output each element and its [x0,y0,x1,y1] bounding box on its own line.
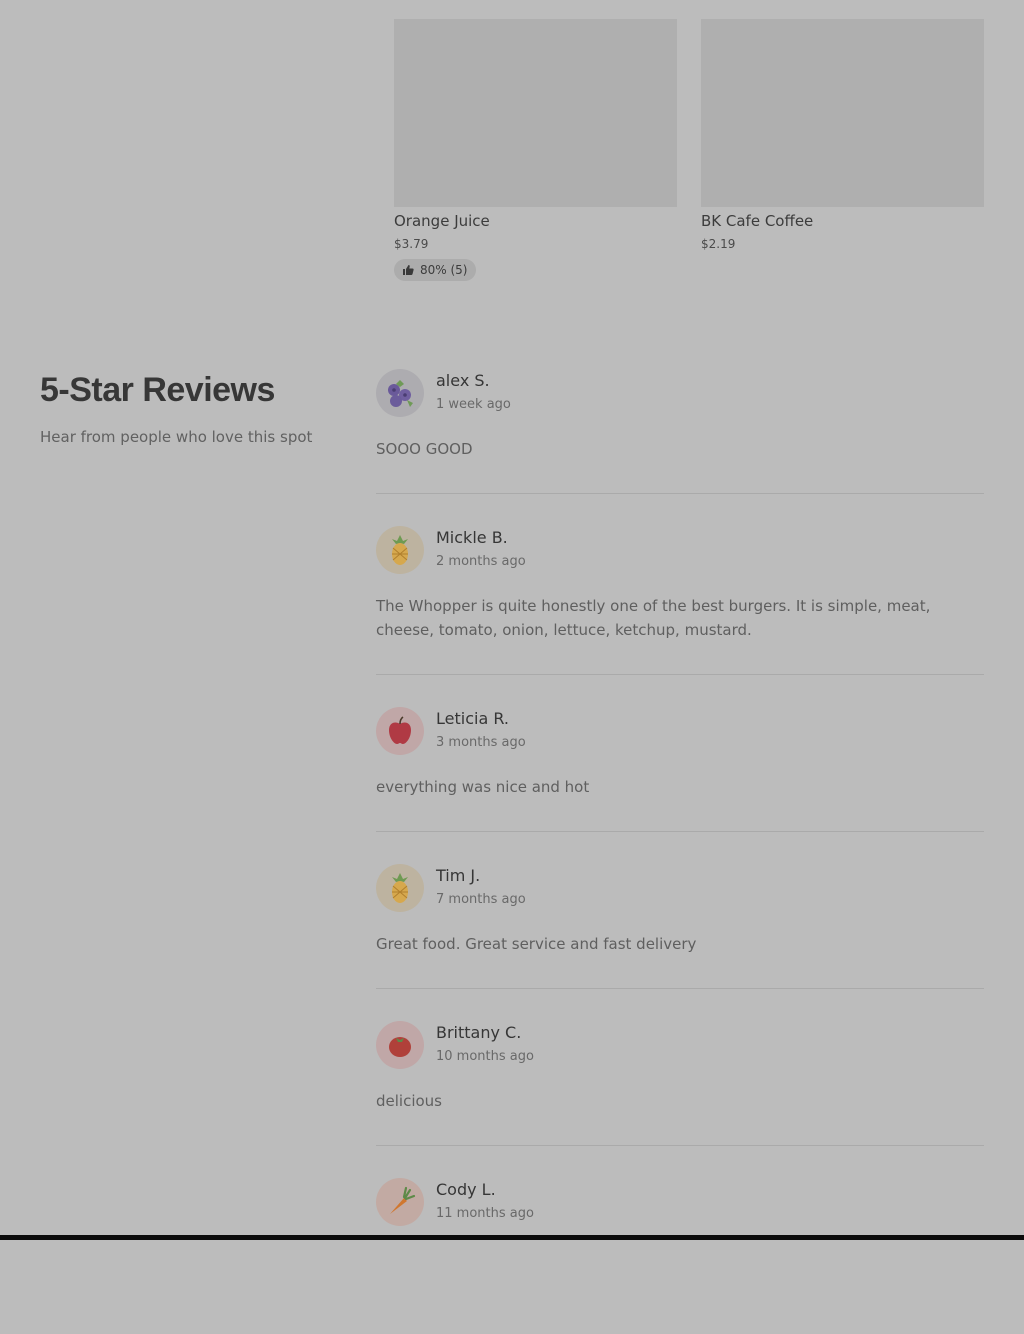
review-item: Cody L. 11 months ago [376,1178,984,1302]
review-date: 3 months ago [436,735,526,750]
thumbs-up-icon [402,264,414,276]
tomato-icon [383,1028,417,1062]
review-text: The Whopper is quite honestly one of the… [376,597,931,639]
product-price: $2.19 [701,237,736,251]
avatar [376,864,424,912]
review-item: Brittany C. 10 months ago delicious [376,1021,984,1146]
reviewer-name: Leticia R. [436,709,509,728]
reviewer-name: Mickle B. [436,528,508,547]
section-title: 5-Star Reviews [40,371,275,409]
review-date: 7 months ago [436,892,526,907]
reviewer-name: alex S. [436,371,490,390]
avatar [376,369,424,417]
pineapple-icon [383,533,417,567]
pineapple-icon [383,871,417,905]
reviewer-name: Cody L. [436,1180,496,1199]
reviewer-name: Tim J. [436,866,481,885]
avatar [376,1021,424,1069]
review-item: alex S. 1 week ago SOOO GOOD [376,369,984,494]
review-date: 10 months ago [436,1049,534,1064]
blueberry-icon [383,376,417,410]
section-subtitle: Hear from people who love this spot [40,428,313,446]
product-card-orange-juice[interactable]: Orange Juice $3.79 80% (5) [394,19,677,281]
avatar [376,1178,424,1226]
carrot-icon [383,1185,417,1219]
rating-badge: 80% (5) [394,259,477,281]
apple-icon [383,714,417,748]
rating-text: 80% (5) [420,263,468,277]
reviewer-name: Brittany C. [436,1023,522,1042]
avatar [376,707,424,755]
review-date: 2 months ago [436,554,526,569]
product-name: BK Cafe Coffee [701,212,814,230]
review-text: Great food. Great service and fast deliv… [376,935,697,953]
product-name: Orange Juice [394,212,490,230]
review-text: everything was nice and hot [376,778,590,796]
review-date: 1 week ago [436,397,511,412]
review-text: delicious [376,1092,442,1110]
product-image-placeholder[interactable] [701,19,984,207]
review-item: Tim J. 7 months ago Great food. Great se… [376,864,984,989]
review-text: SOOO GOOD [376,440,473,458]
review-item: Mickle B. 2 months ago The Whopper is qu… [376,526,984,675]
reviews-list: alex S. 1 week ago SOOO GOOD Mickle B. 2… [376,369,984,1334]
product-price: $3.79 [394,237,429,251]
product-image-placeholder[interactable] [394,19,677,207]
product-card-bk-cafe-coffee[interactable]: BK Cafe Coffee $2.19 [701,19,984,251]
bottom-edge [0,1235,1024,1240]
review-date: 11 months ago [436,1206,534,1221]
review-item: Leticia R. 3 months ago everything was n… [376,707,984,832]
avatar [376,526,424,574]
